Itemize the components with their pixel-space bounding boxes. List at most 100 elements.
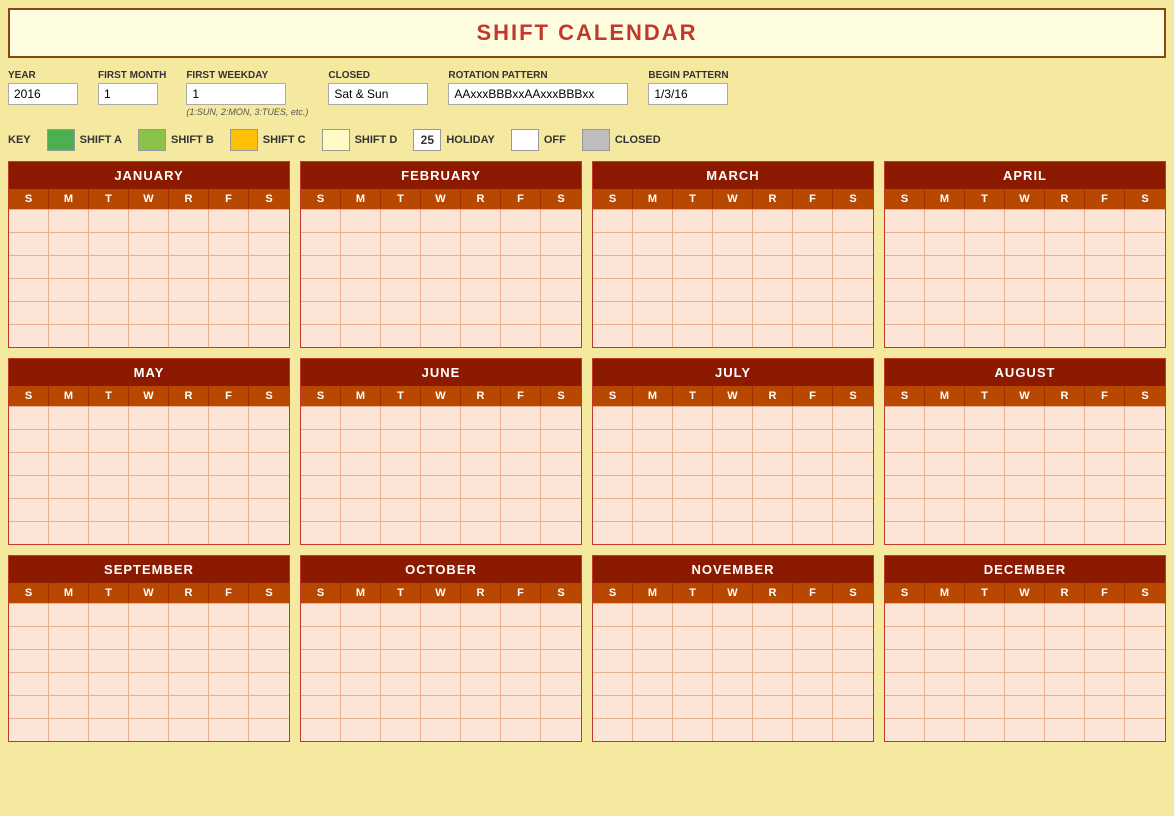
calendar-cell[interactable] (341, 430, 381, 452)
calendar-cell[interactable] (753, 256, 793, 278)
calendar-cell[interactable] (169, 604, 209, 626)
calendar-cell[interactable] (341, 407, 381, 429)
calendar-cell[interactable] (341, 719, 381, 741)
calendar-cell[interactable] (1005, 430, 1045, 452)
calendar-cell[interactable] (301, 650, 341, 672)
calendar-cell[interactable] (1085, 604, 1125, 626)
calendar-cell[interactable] (925, 522, 965, 544)
calendar-cell[interactable] (753, 719, 793, 741)
calendar-cell[interactable] (713, 453, 753, 475)
calendar-cell[interactable] (129, 627, 169, 649)
calendar-cell[interactable] (753, 499, 793, 521)
calendar-cell[interactable] (169, 407, 209, 429)
calendar-cell[interactable] (965, 453, 1005, 475)
calendar-cell[interactable] (965, 673, 1005, 695)
calendar-cell[interactable] (1125, 430, 1165, 452)
calendar-cell[interactable] (9, 627, 49, 649)
calendar-cell[interactable] (9, 233, 49, 255)
calendar-cell[interactable] (209, 650, 249, 672)
calendar-cell[interactable] (793, 696, 833, 718)
calendar-cell[interactable] (89, 430, 129, 452)
calendar-cell[interactable] (49, 499, 89, 521)
calendar-cell[interactable] (421, 719, 461, 741)
calendar-cell[interactable] (753, 233, 793, 255)
calendar-cell[interactable] (753, 650, 793, 672)
calendar-cell[interactable] (633, 522, 673, 544)
calendar-cell[interactable] (593, 719, 633, 741)
calendar-cell[interactable] (833, 476, 873, 498)
calendar-cell[interactable] (925, 325, 965, 347)
calendar-cell[interactable] (9, 256, 49, 278)
calendar-cell[interactable] (209, 302, 249, 324)
calendar-cell[interactable] (833, 673, 873, 695)
calendar-cell[interactable] (49, 453, 89, 475)
calendar-cell[interactable] (673, 302, 713, 324)
calendar-cell[interactable] (885, 233, 925, 255)
calendar-cell[interactable] (965, 407, 1005, 429)
calendar-cell[interactable] (833, 279, 873, 301)
calendar-cell[interactable] (753, 407, 793, 429)
calendar-cell[interactable] (461, 499, 501, 521)
calendar-cell[interactable] (965, 499, 1005, 521)
calendar-cell[interactable] (169, 453, 209, 475)
calendar-cell[interactable] (169, 210, 209, 232)
calendar-cell[interactable] (753, 627, 793, 649)
calendar-cell[interactable] (49, 673, 89, 695)
calendar-cell[interactable] (833, 430, 873, 452)
calendar-cell[interactable] (209, 719, 249, 741)
calendar-cell[interactable] (1045, 673, 1085, 695)
calendar-cell[interactable] (249, 522, 289, 544)
calendar-cell[interactable] (301, 673, 341, 695)
calendar-cell[interactable] (885, 302, 925, 324)
calendar-cell[interactable] (209, 673, 249, 695)
calendar-cell[interactable] (381, 650, 421, 672)
calendar-cell[interactable] (9, 407, 49, 429)
calendar-cell[interactable] (169, 522, 209, 544)
calendar-cell[interactable] (1085, 650, 1125, 672)
calendar-cell[interactable] (381, 279, 421, 301)
calendar-cell[interactable] (49, 407, 89, 429)
calendar-cell[interactable] (541, 302, 581, 324)
calendar-cell[interactable] (89, 604, 129, 626)
calendar-cell[interactable] (593, 696, 633, 718)
calendar-cell[interactable] (1125, 233, 1165, 255)
calendar-cell[interactable] (885, 279, 925, 301)
calendar-cell[interactable] (49, 256, 89, 278)
calendar-cell[interactable] (49, 302, 89, 324)
calendar-cell[interactable] (753, 604, 793, 626)
calendar-cell[interactable] (593, 210, 633, 232)
calendar-cell[interactable] (885, 719, 925, 741)
calendar-cell[interactable] (209, 696, 249, 718)
calendar-cell[interactable] (461, 719, 501, 741)
calendar-cell[interactable] (793, 673, 833, 695)
calendar-cell[interactable] (793, 430, 833, 452)
calendar-cell[interactable] (129, 233, 169, 255)
calendar-cell[interactable] (593, 279, 633, 301)
calendar-cell[interactable] (421, 302, 461, 324)
calendar-cell[interactable] (501, 499, 541, 521)
calendar-cell[interactable] (421, 696, 461, 718)
calendar-cell[interactable] (593, 407, 633, 429)
calendar-cell[interactable] (89, 627, 129, 649)
calendar-cell[interactable] (341, 476, 381, 498)
calendar-cell[interactable] (381, 696, 421, 718)
calendar-cell[interactable] (169, 696, 209, 718)
calendar-cell[interactable] (885, 522, 925, 544)
calendar-cell[interactable] (885, 407, 925, 429)
calendar-cell[interactable] (501, 719, 541, 741)
calendar-cell[interactable] (341, 256, 381, 278)
calendar-cell[interactable] (209, 453, 249, 475)
calendar-cell[interactable] (421, 453, 461, 475)
calendar-cell[interactable] (169, 627, 209, 649)
calendar-cell[interactable] (925, 604, 965, 626)
calendar-cell[interactable] (249, 696, 289, 718)
calendar-cell[interactable] (1085, 430, 1125, 452)
calendar-cell[interactable] (1125, 256, 1165, 278)
calendar-cell[interactable] (925, 430, 965, 452)
calendar-cell[interactable] (9, 673, 49, 695)
calendar-cell[interactable] (833, 627, 873, 649)
calendar-cell[interactable] (381, 302, 421, 324)
calendar-cell[interactable] (1005, 719, 1045, 741)
calendar-cell[interactable] (301, 407, 341, 429)
calendar-cell[interactable] (1045, 650, 1085, 672)
